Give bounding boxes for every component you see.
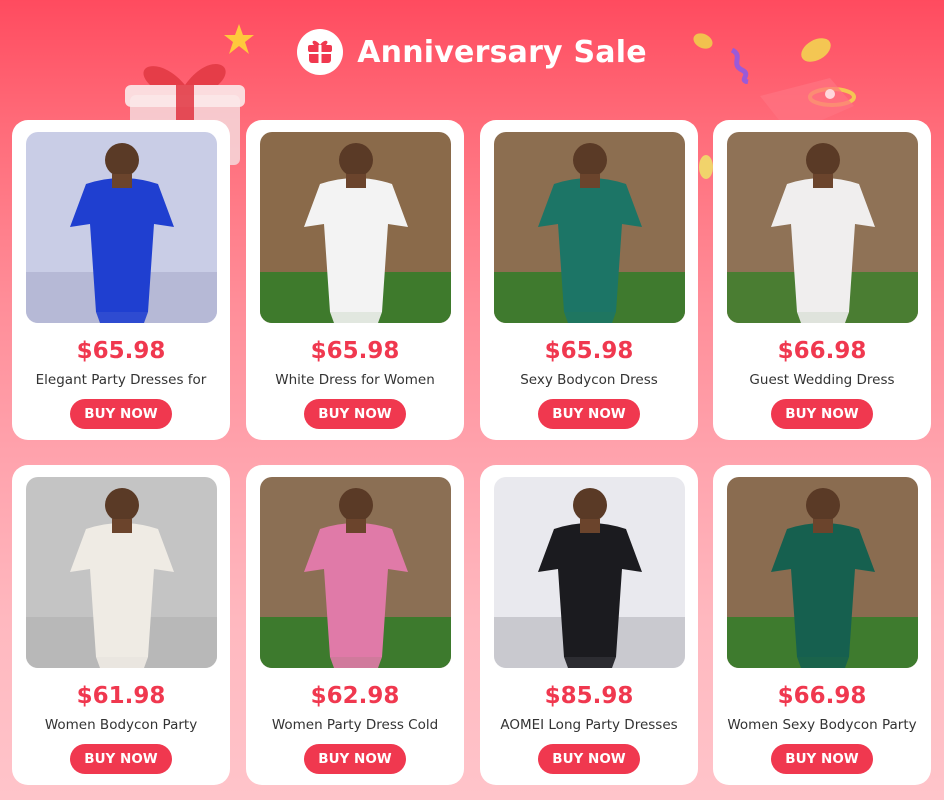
product-name[interactable]: White Dress for Women xyxy=(255,371,455,389)
product-image[interactable] xyxy=(493,132,685,323)
product-price: $66.98 xyxy=(777,683,867,709)
product-card[interactable]: $85.98 AOMEI Long Party Dresses BUY NOW xyxy=(480,465,698,785)
product-name[interactable]: AOMEI Long Party Dresses xyxy=(489,716,689,734)
product-name[interactable]: Women Party Dress Cold xyxy=(255,716,455,734)
product-name[interactable]: Elegant Party Dresses for xyxy=(21,371,221,389)
product-image[interactable] xyxy=(25,132,217,323)
buy-now-button[interactable]: BUY NOW xyxy=(70,399,172,429)
product-name[interactable]: Women Sexy Bodycon Party xyxy=(722,716,922,734)
buy-now-button[interactable]: BUY NOW xyxy=(771,399,873,429)
product-image[interactable] xyxy=(726,132,918,323)
product-price: $66.98 xyxy=(777,338,867,364)
buy-now-button[interactable]: BUY NOW xyxy=(538,744,640,774)
product-card[interactable]: $62.98 Women Party Dress Cold BUY NOW xyxy=(246,465,464,785)
sale-banner-header: Anniversary Sale xyxy=(0,26,944,78)
product-card[interactable]: $65.98 White Dress for Women BUY NOW xyxy=(246,120,464,440)
product-name[interactable]: Women Bodycon Party xyxy=(21,716,221,734)
coin-icon xyxy=(808,87,856,107)
product-name[interactable]: Sexy Bodycon Dress xyxy=(489,371,689,389)
product-card[interactable]: $66.98 Guest Wedding Dress BUY NOW xyxy=(713,120,931,440)
product-image[interactable] xyxy=(259,477,451,668)
product-card[interactable]: $66.98 Women Sexy Bodycon Party BUY NOW xyxy=(713,465,931,785)
product-price: $65.98 xyxy=(310,338,400,364)
product-card[interactable]: $61.98 Women Bodycon Party BUY NOW xyxy=(12,465,230,785)
product-price: $62.98 xyxy=(310,683,400,709)
product-price: $65.98 xyxy=(76,338,166,364)
buy-now-button[interactable]: BUY NOW xyxy=(304,399,406,429)
product-card[interactable]: $65.98 Elegant Party Dresses for BUY NOW xyxy=(12,120,230,440)
product-image[interactable] xyxy=(726,477,918,668)
product-image[interactable] xyxy=(493,477,685,668)
product-name[interactable]: Guest Wedding Dress xyxy=(722,371,922,389)
product-price: $85.98 xyxy=(544,683,634,709)
buy-now-button[interactable]: BUY NOW xyxy=(304,744,406,774)
page-title: Anniversary Sale xyxy=(357,34,647,70)
product-image[interactable] xyxy=(25,477,217,668)
gift-icon xyxy=(297,29,344,75)
buy-now-button[interactable]: BUY NOW xyxy=(538,399,640,429)
buy-now-button[interactable]: BUY NOW xyxy=(771,744,873,774)
product-price: $61.98 xyxy=(76,683,166,709)
product-card[interactable]: $65.98 Sexy Bodycon Dress BUY NOW xyxy=(480,120,698,440)
product-image[interactable] xyxy=(259,132,451,323)
buy-now-button[interactable]: BUY NOW xyxy=(70,744,172,774)
product-price: $65.98 xyxy=(544,338,634,364)
